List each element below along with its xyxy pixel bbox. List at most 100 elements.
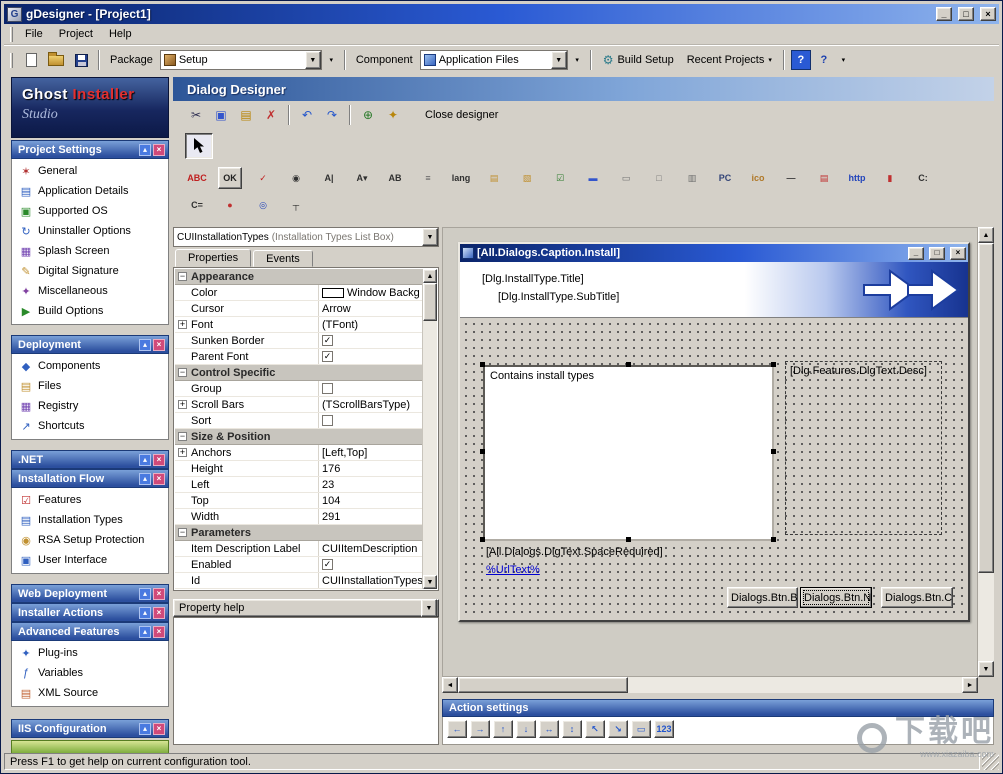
size-icon[interactable]: ▭ bbox=[631, 720, 651, 738]
section-header-installer-actions[interactable]: Installer Actions ▴ × bbox=[11, 603, 169, 622]
align-right-icon[interactable]: → bbox=[470, 720, 490, 738]
palette-folder-browse-component[interactable]: ▧ bbox=[515, 167, 539, 189]
property-row-font[interactable]: + Font (TFont) bbox=[175, 317, 422, 333]
scrollbar-thumb[interactable] bbox=[978, 243, 994, 573]
menu-file[interactable]: File bbox=[17, 25, 51, 43]
cut-icon[interactable]: ✂ bbox=[185, 104, 207, 126]
selection-handle[interactable] bbox=[771, 449, 776, 454]
checkbox-checked[interactable]: ✓ bbox=[322, 351, 333, 362]
sidebar-item-build-options[interactable]: ▶ Build Options bbox=[12, 301, 168, 321]
section-close-icon[interactable]: × bbox=[153, 338, 165, 351]
section-header-project-settings[interactable]: Project Settings ▴ × bbox=[11, 140, 169, 159]
palette-system-info-component[interactable]: PC bbox=[713, 167, 737, 189]
checkbox-checked[interactable]: ✓ bbox=[322, 559, 333, 570]
selection-handle[interactable] bbox=[626, 537, 631, 542]
section-header-installation-flow[interactable]: Installation Flow ▴ × bbox=[11, 469, 169, 488]
package-dropdown-icon[interactable]: ▼ bbox=[304, 51, 321, 69]
context-help-button[interactable]: ? bbox=[814, 50, 834, 70]
property-row-height[interactable]: Height 176 bbox=[175, 461, 422, 477]
section-collapse-icon[interactable]: ▴ bbox=[139, 472, 151, 485]
sidebar-item-uninstaller-options[interactable]: ↻ Uninstaller Options bbox=[12, 221, 168, 241]
align-left-icon[interactable]: ← bbox=[447, 720, 467, 738]
section-close-icon[interactable]: × bbox=[153, 606, 165, 619]
section-header-advanced-features[interactable]: Advanced Features ▴ × bbox=[11, 622, 169, 641]
sidebar-item-registry[interactable]: ▦ Registry bbox=[12, 396, 168, 416]
sidebar-item-splash-screen[interactable]: ▦ Splash Screen bbox=[12, 241, 168, 261]
palette-listbox-component[interactable]: ≡ bbox=[416, 167, 440, 189]
sidebar-item-rsa-setup-protection[interactable]: ◉ RSA Setup Protection bbox=[12, 530, 168, 550]
scrollbar-thumb[interactable] bbox=[458, 677, 628, 693]
palette-checkbox-component[interactable]: ✓ bbox=[251, 167, 275, 189]
component-selector-dropdown-icon[interactable]: ▼ bbox=[422, 228, 438, 246]
palette-record-component[interactable]: ● bbox=[218, 194, 242, 216]
sidebar-item-features[interactable]: ☑ Features bbox=[12, 490, 168, 510]
section-collapse-icon[interactable]: ▴ bbox=[139, 722, 151, 735]
checkbox-checked[interactable]: ✓ bbox=[322, 335, 333, 346]
palette-button-component[interactable]: OK bbox=[218, 167, 242, 189]
scroll-down-icon[interactable]: ▼ bbox=[978, 661, 994, 677]
section-close-icon[interactable]: × bbox=[153, 587, 165, 600]
section-collapse-icon[interactable]: ▴ bbox=[139, 587, 151, 600]
section-close-icon[interactable]: × bbox=[153, 722, 165, 735]
sidebar-item-miscellaneous[interactable]: ✦ Miscellaneous bbox=[12, 281, 168, 301]
tab-order-icon[interactable]: 123 bbox=[654, 720, 674, 738]
property-row-left[interactable]: Left 23 bbox=[175, 477, 422, 493]
install-types-listbox[interactable]: Contains install types bbox=[483, 365, 774, 541]
align-bottom-icon[interactable]: ↓ bbox=[516, 720, 536, 738]
palette-checklist-component[interactable]: ☑ bbox=[548, 167, 572, 189]
collapse-icon[interactable]: − bbox=[178, 528, 187, 537]
cancel-button[interactable]: Dialogs.Btn.Car bbox=[881, 587, 953, 608]
property-group-control-specific[interactable]: − Control Specific bbox=[175, 365, 422, 381]
palette-combobox-component[interactable]: A▾ bbox=[350, 167, 374, 189]
palette-edit-component[interactable]: A| bbox=[317, 167, 341, 189]
section-collapse-icon[interactable]: ▴ bbox=[139, 143, 151, 156]
menu-project[interactable]: Project bbox=[51, 25, 101, 43]
toolbar-overflow-icon[interactable]: ▾ bbox=[837, 50, 850, 70]
property-row-item-description-label[interactable]: Item Description Label CUIItemDescription bbox=[175, 541, 422, 557]
tab-properties[interactable]: Properties bbox=[175, 249, 252, 267]
section-collapse-icon[interactable]: ▴ bbox=[139, 625, 151, 638]
recent-projects-button[interactable]: Recent Projects ▾ bbox=[682, 52, 777, 68]
collapse-icon[interactable]: − bbox=[178, 432, 187, 441]
scroll-up-icon[interactable]: ▲ bbox=[423, 269, 437, 283]
align-top-icon[interactable]: ↑ bbox=[493, 720, 513, 738]
sidebar-item-application-details[interactable]: ▤ Application Details bbox=[12, 181, 168, 201]
palette-separator-component[interactable]: — bbox=[779, 167, 803, 189]
copy-icon[interactable]: ▣ bbox=[210, 104, 232, 126]
menubar-grip[interactable] bbox=[10, 26, 13, 42]
sidebar-item-installation-types[interactable]: ▤ Installation Types bbox=[12, 510, 168, 530]
section-collapse-icon[interactable]: ▴ bbox=[139, 338, 151, 351]
url-text-label[interactable]: %UrlText% bbox=[486, 564, 540, 576]
section-collapse-icon[interactable]: ▴ bbox=[139, 606, 151, 619]
canvas-vertical-scrollbar[interactable]: ▲ ▼ bbox=[978, 227, 994, 677]
center-horizontal-icon[interactable]: ↔ bbox=[539, 720, 559, 738]
section-header-dotnet[interactable]: .NET ▴ × bbox=[11, 450, 169, 469]
property-group-parameters[interactable]: − Parameters bbox=[175, 525, 422, 541]
property-row-group[interactable]: Group bbox=[175, 381, 422, 397]
component-options-icon[interactable]: ▾ bbox=[571, 50, 584, 70]
description-frame[interactable]: [Dlg.Features.DlgText.Desc] bbox=[785, 361, 942, 535]
tab-events[interactable]: Events bbox=[253, 250, 313, 267]
center-vertical-icon[interactable]: ↕ bbox=[562, 720, 582, 738]
back-button[interactable]: Dialogs.Btn.Ba bbox=[727, 587, 798, 608]
sidebar-item-user-interface[interactable]: ▣ User Interface bbox=[12, 550, 168, 570]
section-header-deployment[interactable]: Deployment ▴ × bbox=[11, 335, 169, 354]
sidebar-item-shortcuts[interactable]: ↗ Shortcuts bbox=[12, 416, 168, 436]
property-help-dropdown-icon[interactable]: ▼ bbox=[421, 599, 437, 617]
property-row-id[interactable]: Id CUIInstallationTypes bbox=[175, 573, 422, 589]
palette-file-browse-component[interactable]: ▤ bbox=[482, 167, 506, 189]
palette-url-component[interactable]: http bbox=[845, 167, 869, 189]
section-header-iis-configuration[interactable]: IIS Configuration ▴ × bbox=[11, 719, 169, 738]
scroll-up-icon[interactable]: ▲ bbox=[978, 227, 994, 243]
canvas-horizontal-scrollbar[interactable]: ◄ ► bbox=[442, 677, 978, 693]
preview-minimize-icon[interactable]: _ bbox=[908, 246, 924, 260]
property-row-cursor[interactable]: Cursor Arrow bbox=[175, 301, 422, 317]
menu-help[interactable]: Help bbox=[101, 25, 140, 43]
sidebar-item-xml-source[interactable]: ▤ XML Source bbox=[12, 683, 168, 703]
property-row-width[interactable]: Width 291 bbox=[175, 509, 422, 525]
property-row-parent-font[interactable]: Parent Font ✓ bbox=[175, 349, 422, 365]
selection-handle[interactable] bbox=[771, 537, 776, 542]
preview-maximize-icon[interactable]: □ bbox=[929, 246, 945, 260]
collapse-icon[interactable]: − bbox=[178, 368, 187, 377]
sidebar-item-digital-signature[interactable]: ✎ Digital Signature bbox=[12, 261, 168, 281]
